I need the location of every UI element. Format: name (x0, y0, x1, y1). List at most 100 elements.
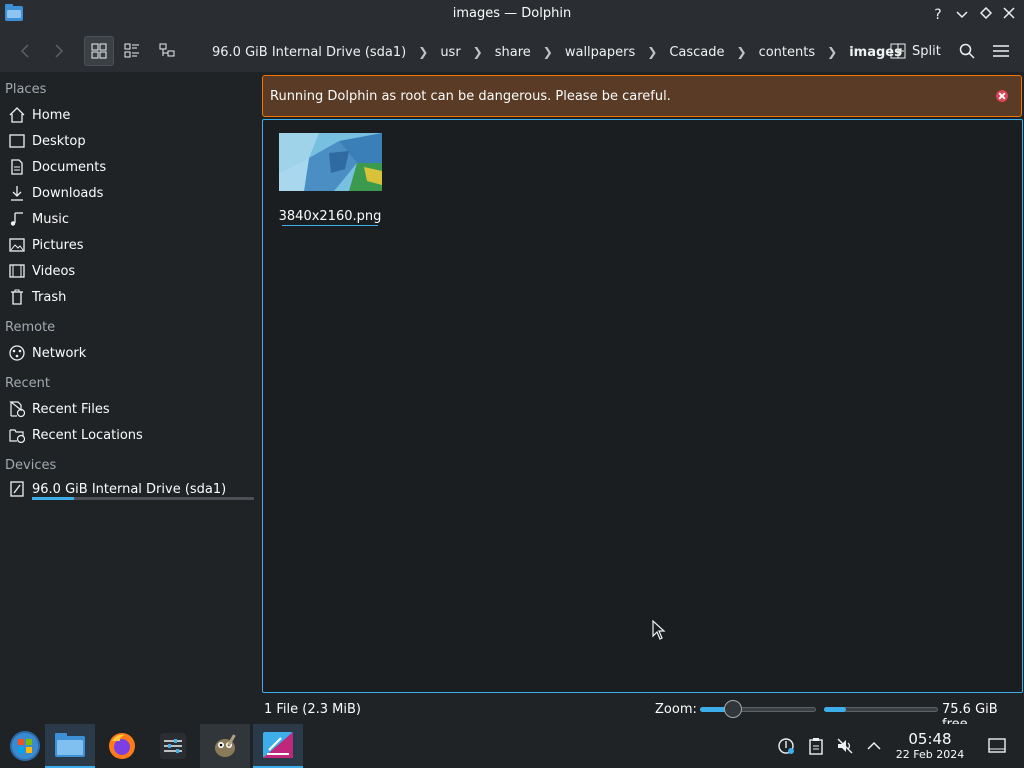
clock-date[interactable]: 22 Feb 2024 (890, 748, 970, 761)
chevron-right-icon: ❯ (418, 45, 429, 59)
sidebar-item-downloads[interactable]: Downloads (0, 181, 258, 205)
places-section-header: Places (5, 82, 47, 97)
sidebar-item-label: Trash (32, 289, 67, 305)
chevron-right-icon: ❯ (827, 45, 838, 59)
drive-usage-bar (32, 497, 254, 500)
gimp-icon (215, 734, 236, 757)
breadcrumb-item[interactable]: Cascade (661, 45, 732, 60)
zoom-slider-handle[interactable] (724, 700, 742, 718)
sidebar-item-home[interactable]: Home (0, 103, 258, 127)
recent-files-icon (8, 400, 26, 418)
status-bar: 1 File (2.3 MiB) Zoom: 75.6 GiB free (0, 694, 1024, 732)
sidebar-item-recent-files[interactable]: Recent Files (0, 397, 258, 421)
split-button[interactable]: Split (886, 38, 945, 64)
minimize-icon[interactable] (952, 5, 972, 25)
remote-section-header: Remote (5, 320, 56, 335)
menu-button[interactable] (986, 36, 1016, 66)
clipboard-icon[interactable] (807, 737, 825, 755)
music-icon (8, 210, 26, 228)
start-orb-icon (10, 731, 40, 761)
sidebar-item-label: Recent Files (32, 401, 110, 417)
sidebar-item-label: Desktop (32, 133, 86, 149)
documents-icon (8, 158, 26, 176)
file-view[interactable]: 3840x2160.png (262, 119, 1023, 693)
taskbar-firefox[interactable] (97, 724, 147, 768)
clock-time[interactable]: 05:48 (900, 730, 960, 748)
maximize-icon[interactable] (976, 5, 996, 25)
sidebar-item-pictures[interactable]: Pictures (0, 233, 258, 257)
split-button-label: Split (912, 43, 941, 59)
updates-icon[interactable] (777, 737, 795, 755)
title-bar: images — Dolphin ? (0, 0, 1024, 30)
details-view-icon (159, 43, 175, 57)
window-title: images — Dolphin (452, 6, 572, 21)
help-icon[interactable]: ? (928, 5, 948, 25)
chevron-right-icon: ❯ (736, 45, 747, 59)
folder-icon (55, 733, 85, 757)
network-icon (8, 344, 26, 362)
icons-view-button[interactable] (84, 36, 114, 66)
details-view-button[interactable] (152, 36, 182, 66)
sidebar-item-trash[interactable]: Trash (0, 285, 258, 309)
breadcrumb-item[interactable]: usr (432, 45, 468, 60)
sidebar-item-label: Network (32, 345, 87, 361)
file-item[interactable]: 3840x2160.png (277, 131, 383, 226)
taskbar: 05:48 22 Feb 2024 (0, 724, 1024, 768)
breadcrumb-item[interactable]: contents (751, 45, 824, 60)
recent-locations-icon (8, 426, 26, 444)
breadcrumb-item[interactable]: wallpapers (557, 45, 643, 60)
sidebar-item-documents[interactable]: Documents (0, 155, 258, 179)
sidebar-item-videos[interactable]: Videos (0, 259, 258, 283)
settings-sliders-icon (160, 733, 186, 759)
breadcrumb-item[interactable]: share (487, 45, 539, 60)
sidebar-item-label: Documents (32, 159, 107, 175)
drive-icon (8, 480, 26, 498)
compact-view-button[interactable] (117, 36, 147, 66)
file-name: 3840x2160.png (278, 209, 382, 224)
chevron-right-icon: ❯ (542, 45, 553, 59)
sidebar-item-label: Downloads (32, 185, 104, 201)
zoom-label: Zoom: (655, 702, 697, 717)
sidebar-item-network[interactable]: Network (0, 341, 258, 365)
desktop-icon (8, 132, 26, 150)
status-summary: 1 File (2.3 MiB) (264, 702, 361, 717)
sidebar-item-label: Videos (32, 263, 76, 279)
sidebar-item-label: Home (32, 107, 71, 123)
close-warning-icon[interactable] (996, 90, 1008, 102)
taskbar-system-settings[interactable] (148, 724, 198, 768)
search-button[interactable] (952, 36, 982, 66)
compact-view-icon (124, 43, 139, 58)
sidebar-item-music[interactable]: Music (0, 207, 258, 231)
volume-muted-icon[interactable] (836, 737, 854, 755)
downloads-icon (8, 184, 26, 202)
close-icon[interactable] (999, 5, 1019, 25)
devices-section-header: Devices (5, 458, 57, 473)
trash-icon (8, 288, 26, 306)
chevron-up-icon[interactable] (865, 737, 883, 755)
recent-section-header: Recent (5, 376, 50, 391)
back-button[interactable] (10, 36, 40, 66)
sidebar-item-label: Pictures (32, 237, 84, 253)
drive-usage-fill (32, 497, 75, 500)
videos-icon (8, 262, 26, 280)
places-panel: Places Home Desktop Documents Downloads … (0, 72, 260, 694)
show-desktop-icon[interactable] (988, 737, 1006, 755)
taskbar-dolphin[interactable] (45, 724, 95, 768)
taskbar-kde-app[interactable] (253, 724, 303, 768)
hamburger-menu-icon (993, 45, 1009, 57)
icons-view-icon (91, 43, 107, 59)
forward-button[interactable] (44, 36, 74, 66)
image-thumbnail (279, 133, 382, 191)
split-view-icon (890, 43, 906, 59)
pictures-icon (8, 236, 26, 254)
sidebar-item-label: Recent Locations (32, 427, 143, 443)
file-name-underline (282, 225, 378, 226)
sidebar-item-desktop[interactable]: Desktop (0, 129, 258, 153)
sidebar-item-recent-locations[interactable]: Recent Locations (0, 423, 258, 447)
search-icon (959, 43, 975, 59)
taskbar-gimp[interactable] (200, 724, 250, 768)
root-warning-banner: Running Dolphin as root can be dangerous… (262, 75, 1022, 117)
start-menu-button[interactable] (0, 724, 50, 768)
mouse-cursor-icon (652, 620, 666, 640)
breadcrumb-item[interactable]: 96.0 GiB Internal Drive (sda1) (204, 45, 414, 60)
